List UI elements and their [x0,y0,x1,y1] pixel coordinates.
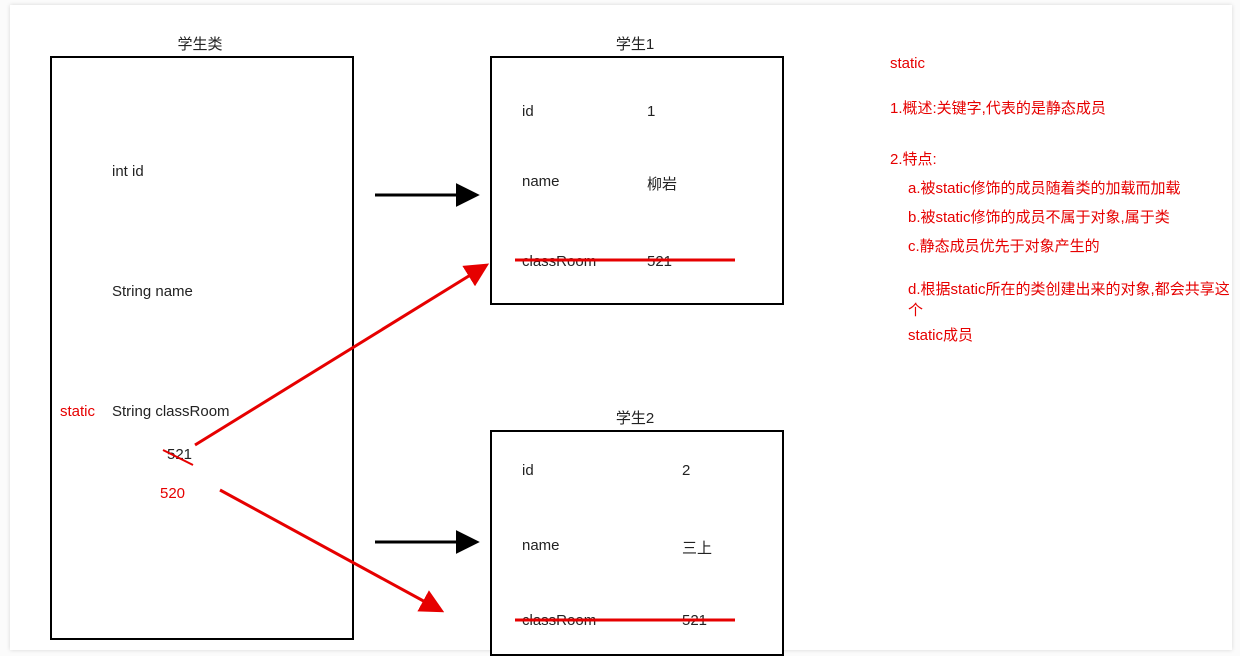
student2-id-value: 2 [682,462,690,479]
notes-line1: 1.概述:关键字,代表的是静态成员 [890,97,1230,118]
student2-classroom-value: 521 [682,612,707,629]
class-static-label: static [60,403,95,420]
class-box-title: 学生类 [50,33,350,54]
student1-id-label: id [522,103,534,120]
notes-heading: static [890,55,1230,72]
notes-line2-a: a.被static修饰的成员随着类的加载而加载 [890,177,1230,198]
class-box: int id String name static String classRo… [50,56,354,640]
student2-title: 学生2 [490,407,780,428]
student1-box: id 1 name 柳岩 classRoom 521 [490,56,784,305]
notes-line2-c: c.静态成员优先于对象产生的 [890,235,1230,256]
student2-classroom-label: classRoom [522,612,596,629]
student1-title: 学生1 [490,33,780,54]
student2-name-value: 三上 [682,537,712,558]
student1-classroom-value: 521 [647,253,672,270]
notes-line2-title: 2.特点: [890,148,1230,169]
notes-line2-b: b.被static修饰的成员不属于对象,属于类 [890,206,1230,227]
class-field-name: String name [112,283,193,300]
student2-box: id 2 name 三上 classRoom 521 [490,430,784,656]
student2-name-label: name [522,537,560,554]
student1-name-value: 柳岩 [647,173,677,194]
student1-id-value: 1 [647,103,655,120]
student2-id-label: id [522,462,534,479]
student1-name-label: name [522,173,560,190]
notes-line2-d2: static成员 [890,324,1230,345]
student1-classroom-label: classRoom [522,253,596,270]
class-value-521: 521 [167,446,192,463]
notes-block: static 1.概述:关键字,代表的是静态成员 2.特点: a.被static… [890,55,1230,353]
class-field-id: int id [112,163,144,180]
class-value-520: 520 [160,485,185,502]
notes-line2-d1: d.根据static所在的类创建出来的对象,都会共享这个 [890,278,1230,320]
class-field-classroom: String classRoom [112,403,230,420]
